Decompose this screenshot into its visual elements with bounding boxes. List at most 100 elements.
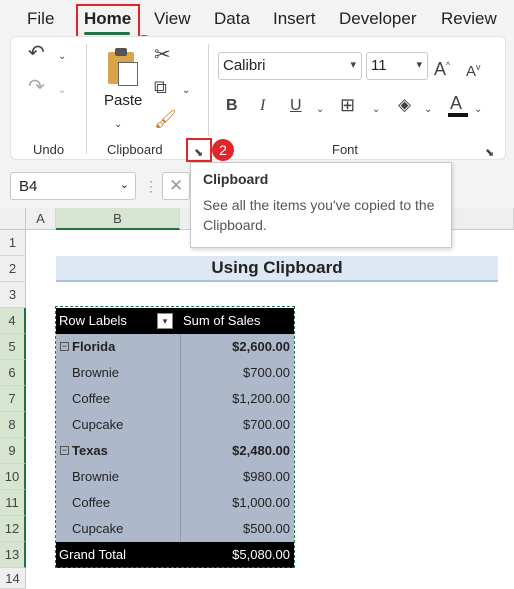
ribbon-separator [86,44,87,154]
pivot-item-label: Cupcake [56,412,180,438]
copy-icon[interactable]: ⧉ [154,78,167,96]
grand-total-value: $5,080.00 [180,542,294,568]
font-color-icon[interactable]: A [450,94,462,112]
clipboard-launcher-highlight [186,138,212,162]
filter-dropdown-icon[interactable]: ▾ [157,313,173,329]
tab-view[interactable]: View [154,9,191,29]
pivot-row: Texas $2,480.00 − [56,438,294,464]
row-header[interactable]: 1 [0,230,26,256]
pivot-header-sum-of-sales: Sum of Sales [180,308,294,334]
fill-color-dropdown-icon[interactable]: ⌄ [424,101,432,119]
row-header[interactable]: 12 [0,516,26,542]
undo-group-label: Undo [33,142,65,157]
pivot-item-value: $1,000.00 [180,490,294,516]
pivot-item-value: $500.00 [180,516,294,542]
decrease-font-icon[interactable]: Av [466,58,481,81]
grand-total-label: Grand Total [56,542,180,568]
column-header-a[interactable]: A [26,208,56,230]
row-header[interactable]: 14 [0,568,26,589]
collapse-icon[interactable]: − [60,446,69,455]
bold-icon[interactable]: B [226,97,238,115]
underline-dropdown-icon[interactable]: ⌄ [316,101,324,119]
pivot-group-value: $2,600.00 [180,334,294,360]
pivot-row: Coffee $1,200.00 [56,386,294,412]
underline-icon[interactable]: U [290,97,302,115]
pivot-item-value: $980.00 [180,464,294,490]
tooltip-title: Clipboard [203,171,269,187]
row-header[interactable]: 10 [0,464,26,490]
more-options-icon: ⋮ [144,178,158,194]
increase-font-icon[interactable]: A^ [434,56,450,78]
format-painter-icon[interactable]: 🖌 [154,110,177,128]
undo-icon[interactable]: ↶ [28,43,45,63]
cut-icon[interactable]: ✂ [154,45,171,65]
pivot-item-value: $700.00 [180,412,294,438]
borders-dropdown-icon[interactable]: ⌄ [372,101,380,119]
cancel-formula-button[interactable]: ✕ [162,172,190,200]
clipboard-group-label: Clipboard [107,142,163,157]
paste-dropdown-icon[interactable]: ⌄ [114,116,122,134]
tab-file[interactable]: File [27,9,54,29]
tab-review[interactable]: Review [441,9,497,29]
borders-icon[interactable]: ⊞ [340,96,355,114]
paste-button[interactable]: Paste [104,92,142,109]
pivot-grand-total-row: Grand Total $5,080.00 [56,542,294,568]
undo-dropdown-icon[interactable]: ⌄ [58,48,66,66]
pivot-item-label: Brownie [56,360,180,386]
paste-icon[interactable] [106,48,140,86]
tab-data[interactable]: Data [214,9,250,29]
tab-developer[interactable]: Developer [339,9,417,29]
row-header[interactable]: 8 [0,412,26,438]
pivot-group-value: $2,480.00 [180,438,294,464]
font-name-value: Calibri [223,57,266,74]
pivot-row: Coffee $1,000.00 [56,490,294,516]
step-badge-2: 2 [212,139,234,161]
font-launcher-icon[interactable]: ⬊ [485,144,494,162]
collapse-icon[interactable]: − [60,342,69,351]
redo-dropdown-icon[interactable]: ⌄ [58,82,66,100]
fill-color-icon[interactable]: ◈ [398,96,411,114]
font-size-select[interactable]: 11 ▾ [366,52,428,80]
copy-dropdown-icon[interactable]: ⌄ [182,82,190,100]
redo-icon[interactable]: ↷ [28,77,45,97]
tab-insert[interactable]: Insert [273,9,316,29]
name-box-value: B4 [19,178,38,195]
row-header[interactable]: 2 [0,256,26,282]
pivot-item-label: Coffee [56,490,180,516]
pivot-row: Brownie $700.00 [56,360,294,386]
pivot-item-label: Brownie [56,464,180,490]
italic-icon[interactable]: I [260,97,265,115]
tooltip-description: See all the items you've copied to the C… [203,197,435,233]
pivot-item-label: Coffee [56,386,180,412]
row-header[interactable]: 6 [0,360,26,386]
font-name-select[interactable]: Calibri ▾ [218,52,362,80]
pivot-item-value: $700.00 [180,360,294,386]
pivot-group-label: Texas [56,438,180,464]
font-group-label: Font [332,142,359,157]
row-header[interactable]: 5 [0,334,26,360]
row-header[interactable]: 13 [0,542,26,568]
column-header-b[interactable]: B [56,208,180,230]
clipboard-tooltip: Clipboard See all the items you've copie… [190,162,452,248]
font-color-dropdown-icon[interactable]: ⌄ [474,101,482,119]
row-header[interactable]: 9 [0,438,26,464]
pivot-row: Florida $2,600.00 − [56,334,294,360]
close-icon: ✕ [169,176,184,195]
pivot-row: Cupcake $700.00 [56,412,294,438]
row-header[interactable]: 3 [0,282,26,308]
name-box[interactable]: B4 ⌄ [10,172,136,200]
ribbon-separator [208,44,209,136]
pivot-item-value: $1,200.00 [180,386,294,412]
pivot-row: Cupcake $500.00 [56,516,294,542]
row-header[interactable]: 7 [0,386,26,412]
chevron-down-icon: ⌄ [119,179,129,191]
home-tab-highlight [76,4,140,38]
row-header[interactable]: 11 [0,490,26,516]
select-all-corner[interactable] [0,208,26,230]
pivot-item-label: Cupcake [56,516,180,542]
row-header[interactable]: 4 [0,308,26,334]
pivot-group-label: Florida [56,334,180,360]
pivot-header-row: Row Labels ▾ Sum of Sales [56,308,294,334]
chevron-down-icon: ▾ [416,59,422,71]
sheet-title: Using Clipboard [56,256,498,282]
